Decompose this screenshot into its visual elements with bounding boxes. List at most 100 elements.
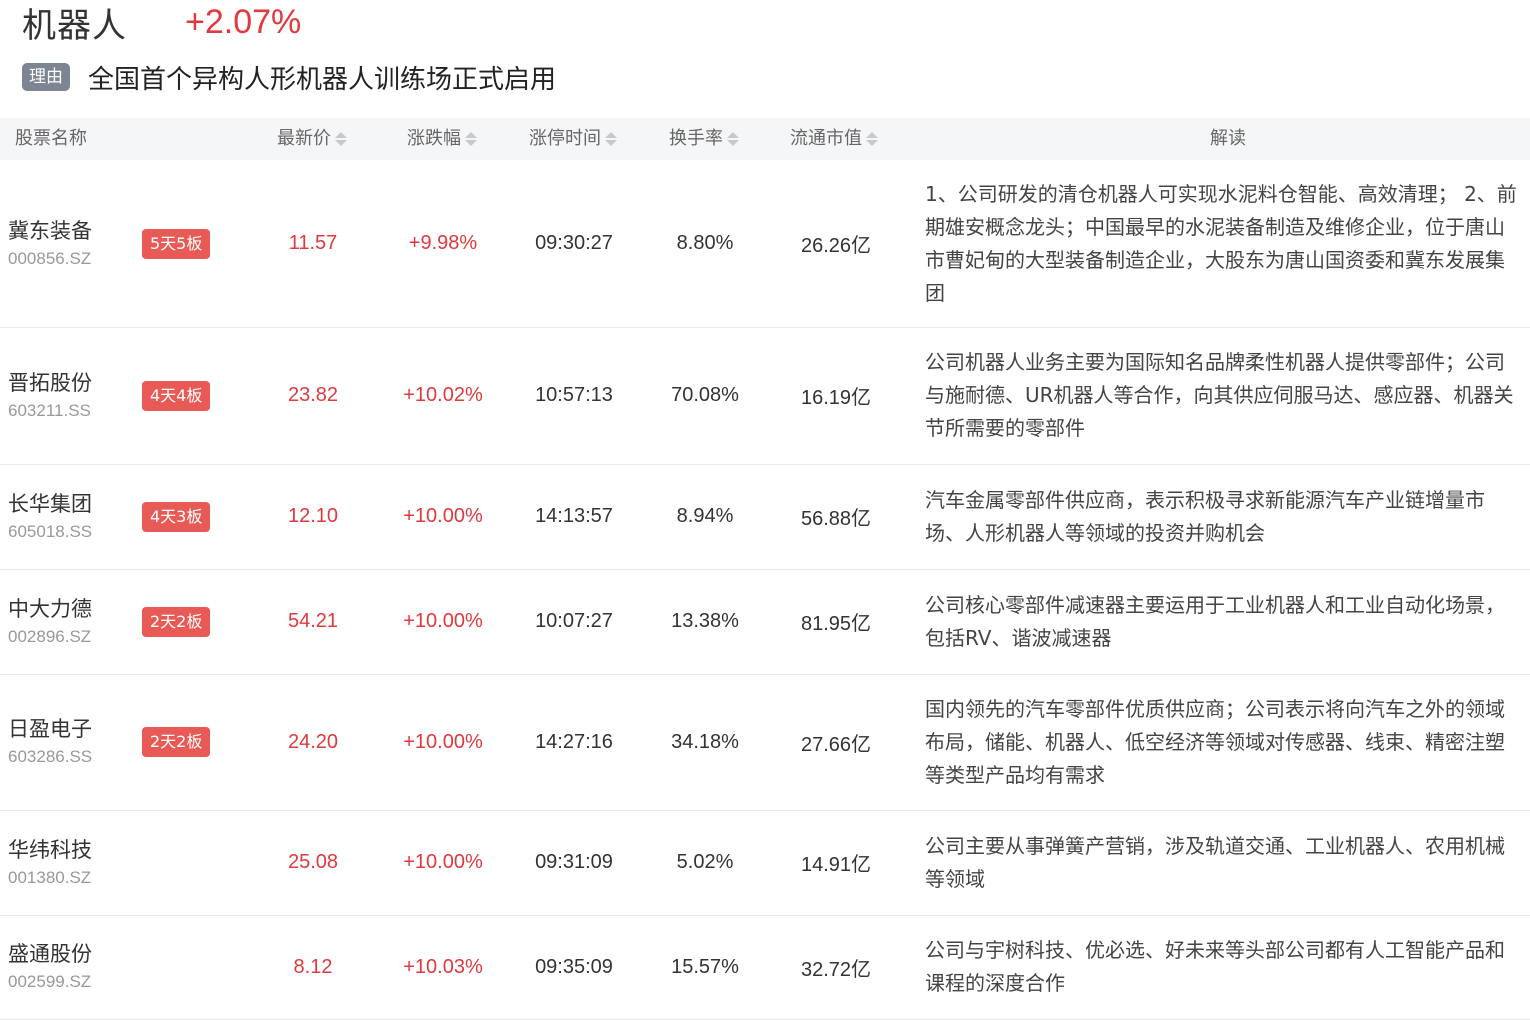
latest-price: 23.82 <box>287 384 339 406</box>
col-float-cap-label: 流通市值 <box>790 128 862 149</box>
col-turnover-label: 换手率 <box>669 128 723 149</box>
table-row[interactable]: 晋拓股份 603211.SS 4天4板 23.82 +10.02% 10:57:13 70.… <box>0 327 1530 465</box>
sort-caret-icon[interactable] <box>866 132 878 146</box>
interpretation-paragraph: 公司主要从事弹簧产营销，涉及轨道交通、工业机器人、农用机械等领域 <box>925 833 1505 891</box>
latest-price: 8.12 <box>293 955 333 978</box>
limit-up-badge-label: 5天5板 <box>142 228 211 259</box>
table-row[interactable]: 长华集团 605018.SS 4天3板 12.10 +10.00% 14:13:57 8.9… <box>0 464 1530 570</box>
limit-up-time: 10:57:13 <box>535 384 613 406</box>
interpretation-paragraph: 公司机器人业务主要为国际知名品牌柔性机器人提供零部件；公司与施耐德、UR机器人等… <box>925 350 1514 440</box>
interpretation-paragraph: 公司与宇树科技、优必选、好未来等头部公司都有人工智能产品和课程的深度合作 <box>925 938 1505 995</box>
interpretation-text: 公司与宇树科技、优必选、好未来等头部公司都有人工智能产品和课程的深度合作 <box>925 915 1521 1019</box>
col-float-cap[interactable]: 流通市值 <box>790 118 878 160</box>
float-market-cap: 26.26亿 <box>800 235 872 257</box>
table-row[interactable]: 中大力德 002896.SZ 2天2板 54.21 +10.00% 10:07:27 13.… <box>0 569 1530 675</box>
stock-code: 002599.SZ <box>8 972 92 991</box>
stock-name-cell[interactable]: 盛通股份 002599.SZ <box>8 915 92 1019</box>
limit-up-badge: 4天4板 <box>142 327 211 464</box>
turnover-rate: 70.08% <box>671 384 739 406</box>
float-market-cap: 32.72亿 <box>800 958 872 981</box>
table-header: 股票名称 最新价 涨跌幅 涨停时间 换手率 流通市值 解读 <box>0 118 1530 160</box>
table-row[interactable]: 盛通股份 002599.SZ 8.12 +10.03% 09:35:09 15.57% 32… <box>0 915 1530 1020</box>
col-change-label: 涨跌幅 <box>407 128 461 149</box>
stock-name[interactable]: 长华集团 <box>8 489 92 519</box>
stock-name-cell[interactable]: 晋拓股份 603211.SS <box>8 327 92 464</box>
float-market-cap: 81.95亿 <box>800 613 872 635</box>
limit-up-badge-label: 4天3板 <box>142 501 211 532</box>
turnover-rate: 8.94% <box>676 505 734 527</box>
limit-up-time: 09:31:09 <box>535 851 613 873</box>
stock-name[interactable]: 晋拓股份 <box>8 368 92 398</box>
col-name: 股票名称 <box>15 118 87 160</box>
limit-up-time: 09:30:27 <box>535 232 613 254</box>
col-limit-time[interactable]: 涨停时间 <box>529 118 617 160</box>
sort-caret-icon[interactable] <box>335 132 347 146</box>
interpretation-paragraph: 1、公司研发的清仓机器人可实现水泥料仓智能、高效清理； 2、前期雄安概念龙头；中… <box>925 181 1517 305</box>
float-market-cap: 14.91亿 <box>800 854 872 876</box>
turnover-rate: 5.02% <box>676 851 734 873</box>
table-row[interactable]: 华纬科技 001380.SZ 25.08 +10.00% 09:31:09 5.02% 14… <box>0 810 1530 916</box>
stock-name[interactable]: 盛通股份 <box>8 939 92 969</box>
limit-up-time: 14:27:16 <box>535 730 613 753</box>
interpretation-text: 公司机器人业务主要为国际知名品牌柔性机器人提供零部件；公司与施耐德、UR机器人等… <box>925 327 1521 464</box>
col-price[interactable]: 最新价 <box>277 118 347 160</box>
interpretation-paragraph: 汽车金属零部件供应商，表示积极寻求新能源汽车产业链增量市场、人形机器人等领域的投… <box>925 487 1485 545</box>
stock-name[interactable]: 日盈电子 <box>8 714 92 744</box>
change-percent: +9.98% <box>408 232 478 254</box>
stock-name-cell[interactable]: 华纬科技 001380.SZ <box>8 810 92 915</box>
sector-change: +2.07% <box>185 2 302 41</box>
float-market-cap: 16.19亿 <box>800 387 872 409</box>
interpretation-text: 1、公司研发的清仓机器人可实现水泥料仓智能、高效清理； 2、前期雄安概念龙头；中… <box>925 160 1521 327</box>
col-turnover[interactable]: 换手率 <box>669 118 739 160</box>
stock-name-cell[interactable]: 长华集团 605018.SS <box>8 464 92 569</box>
turnover-rate: 34.18% <box>671 730 739 753</box>
stock-name[interactable]: 华纬科技 <box>8 835 92 865</box>
sort-caret-icon[interactable] <box>605 132 617 146</box>
sort-caret-icon[interactable] <box>727 132 739 146</box>
float-market-cap: 27.66亿 <box>800 733 872 756</box>
limit-up-badge: 2天2板 <box>142 569 211 674</box>
col-name-label: 股票名称 <box>15 128 87 149</box>
change-percent: +10.02% <box>403 384 483 406</box>
stock-name-cell[interactable]: 日盈电子 603286.SS <box>8 674 92 810</box>
table-row[interactable]: 日盈电子 603286.SS 2天2板 24.20 +10.00% 14:27:16 34.… <box>0 674 1530 811</box>
interpretation-text: 公司主要从事弹簧产营销，涉及轨道交通、工业机器人、农用机械等领域 <box>925 810 1521 915</box>
interpretation-text: 国内领先的汽车零部件优质供应商；公司表示将向汽车之外的领域布局，储能、机器人、低… <box>925 674 1521 810</box>
stock-name[interactable]: 中大力德 <box>8 594 92 624</box>
stock-name-cell[interactable]: 中大力德 002896.SZ <box>8 569 92 674</box>
latest-price: 25.08 <box>287 851 339 873</box>
reason-text: 全国首个异构人形机器人训练场正式启用 <box>88 64 557 95</box>
change-percent: +10.00% <box>403 505 483 527</box>
table-row[interactable]: 冀东装备 000856.SZ 5天5板 11.57 +9.98% 09:30:27 8.80… <box>0 160 1530 328</box>
col-interpretation: 解读 <box>1210 118 1246 160</box>
interpretation-paragraph: 公司核心零部件减速器主要运用于工业机器人和工业自动化场景，包括RV、谐波减速器 <box>925 592 1505 650</box>
sector-header: 机器人 +2.07% <box>22 0 302 46</box>
change-percent: +10.00% <box>403 851 483 873</box>
limit-up-badge: 4天3板 <box>142 464 211 569</box>
stock-code: 603286.SS <box>8 747 93 766</box>
stock-code: 002896.SZ <box>8 626 92 646</box>
change-percent: +10.00% <box>403 730 483 753</box>
float-market-cap: 56.88亿 <box>800 508 872 530</box>
col-limit-time-label: 涨停时间 <box>529 128 601 149</box>
stock-name[interactable]: 冀东装备 <box>8 216 92 246</box>
limit-up-badge: 5天5板 <box>142 160 211 327</box>
latest-price: 54.21 <box>287 610 339 632</box>
interpretation-text: 公司核心零部件减速器主要运用于工业机器人和工业自动化场景，包括RV、谐波减速器 <box>925 569 1521 674</box>
interpretation-paragraph: 国内领先的汽车零部件优质供应商；公司表示将向汽车之外的领域布局，储能、机器人、低… <box>925 696 1505 787</box>
limit-up-badge-label: 2天2板 <box>142 727 211 757</box>
col-change[interactable]: 涨跌幅 <box>407 118 477 160</box>
latest-price: 11.57 <box>288 232 338 254</box>
col-price-label: 最新价 <box>277 128 331 149</box>
latest-price: 24.20 <box>287 730 339 753</box>
turnover-rate: 13.38% <box>671 610 739 632</box>
sector-name: 机器人 <box>22 5 127 46</box>
stock-code: 605018.SS <box>8 521 93 541</box>
col-interpretation-label: 解读 <box>1210 128 1246 149</box>
limit-up-badge-label: 2天2板 <box>142 606 211 637</box>
limit-up-time: 10:07:27 <box>535 610 613 632</box>
latest-price: 12.10 <box>287 505 339 527</box>
sort-caret-icon[interactable] <box>465 132 477 146</box>
stock-code: 000856.SZ <box>8 248 92 268</box>
stock-name-cell[interactable]: 冀东装备 000856.SZ <box>8 160 92 327</box>
